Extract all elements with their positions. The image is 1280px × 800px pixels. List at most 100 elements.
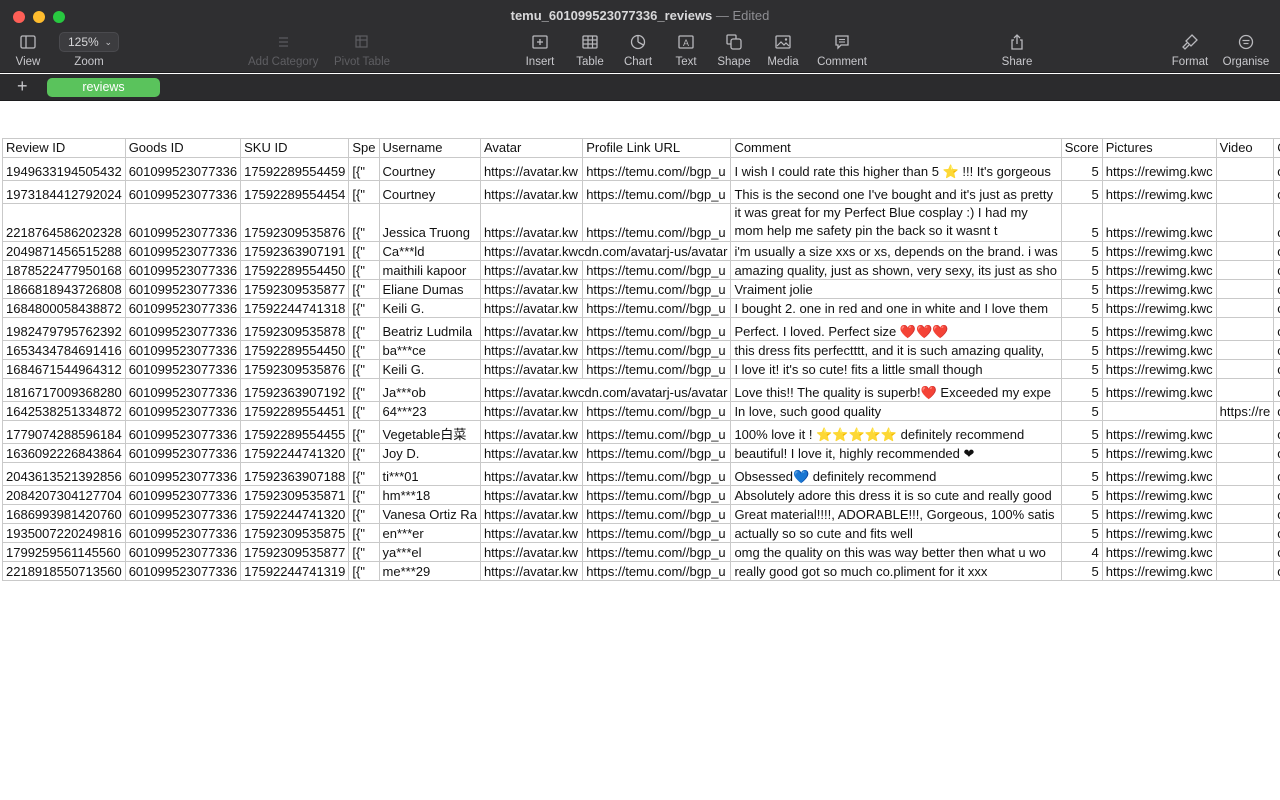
specs-cell[interactable]: [{" [348,340,380,360]
review-id-cell[interactable]: 1642538251334872 [2,401,126,421]
header-video[interactable]: Video [1215,138,1275,158]
comment-cell[interactable]: Absolutely adore this dress it is so cut… [730,485,1062,505]
sku-id-cell[interactable]: 17592309535876 [240,203,350,242]
username-cell[interactable]: en***er [378,523,481,543]
header-profile-link[interactable]: Profile Link URL [582,138,732,158]
header-review-id[interactable]: Review ID [2,138,126,158]
pictures-cell[interactable]: https://rewimg.kwc [1101,542,1217,562]
comment-cell[interactable]: Great material!!!!, ADORABLE!!!, Gorgeou… [730,504,1062,524]
specs-cell[interactable]: [{" [348,359,380,379]
sku-id-cell[interactable]: 17592289554450 [240,340,350,360]
goods-id-cell[interactable]: 601099523077336 [124,203,242,242]
review-id-cell[interactable]: 2084207304127704 [2,485,126,505]
comment-button[interactable]: Comment [812,30,872,68]
created-cell[interactable]: on [1273,523,1280,543]
review-id-cell[interactable]: 2049871456515288 [2,241,126,261]
sku-id-cell[interactable]: 17592289554454 [240,180,350,204]
username-cell[interactable]: Eliane Dumas [378,279,481,299]
review-id-cell[interactable]: 1878522477950168 [2,260,126,280]
review-id-cell[interactable]: 1799259561145560 [2,542,126,562]
created-cell[interactable]: on [1273,443,1280,463]
tab-reviews[interactable]: reviews [47,78,160,97]
score-cell[interactable]: 5 [1060,523,1103,543]
share-button[interactable]: Share [987,30,1047,68]
score-cell[interactable]: 5 [1060,462,1103,486]
profile-link-cell[interactable]: https://temu.com//bgp_u [582,523,732,543]
username-cell[interactable]: ti***01 [378,462,481,486]
score-cell[interactable]: 5 [1060,443,1103,463]
profile-link-cell[interactable]: https://temu.com//bgp_u [582,401,732,421]
created-cell[interactable]: on [1273,203,1280,242]
score-cell[interactable]: 5 [1060,359,1103,379]
review-id-cell[interactable]: 1935007220249816 [2,523,126,543]
username-cell[interactable]: Keili G. [378,298,481,318]
comment-cell[interactable]: this dress fits perfectttt, and it is su… [730,340,1062,360]
specs-cell[interactable]: [{" [348,443,380,463]
comment-cell[interactable]: I wish I could rate this higher than 5 ⭐… [730,157,1062,181]
profile-link-cell[interactable]: https://temu.com//bgp_u [582,340,732,360]
goods-id-cell[interactable]: 601099523077336 [124,241,242,261]
sku-id-cell[interactable]: 17592309535877 [240,279,350,299]
username-cell[interactable]: ya***el [378,542,481,562]
avatar-cell[interactable]: https://avatar.kw [479,359,584,379]
video-cell[interactable] [1215,241,1275,261]
video-cell[interactable] [1215,340,1275,360]
pictures-cell[interactable]: https://rewimg.kwc [1101,298,1217,318]
comment-cell[interactable]: Obsessed💙 definitely recommend [730,462,1062,486]
goods-id-cell[interactable]: 601099523077336 [124,504,242,524]
score-cell[interactable]: 5 [1060,279,1103,299]
created-cell[interactable]: on [1273,340,1280,360]
video-cell[interactable] [1215,157,1275,181]
video-cell[interactable]: https://re [1215,401,1275,421]
sku-id-cell[interactable]: 17592309535871 [240,485,350,505]
comment-cell[interactable]: actually so so cute and fits well [730,523,1062,543]
pictures-cell[interactable]: https://rewimg.kwc [1101,317,1217,341]
header-goods-id[interactable]: Goods ID [124,138,242,158]
created-cell[interactable]: on [1273,260,1280,280]
sku-id-cell[interactable]: 17592309535875 [240,523,350,543]
specs-cell[interactable]: [{" [348,523,380,543]
pictures-cell[interactable]: https://rewimg.kwc [1101,443,1217,463]
score-cell[interactable]: 5 [1060,203,1103,242]
pictures-cell[interactable]: https://rewimg.kwc [1101,561,1217,581]
profile-link-cell[interactable]: https://temu.com//bgp_u [582,359,732,379]
video-cell[interactable] [1215,359,1275,379]
specs-cell[interactable]: [{" [348,203,380,242]
goods-id-cell[interactable]: 601099523077336 [124,340,242,360]
profile-link-cell[interactable]: https://temu.com//bgp_u [582,504,732,524]
video-cell[interactable] [1215,279,1275,299]
username-cell[interactable]: 64***23 [378,401,481,421]
goods-id-cell[interactable]: 601099523077336 [124,462,242,486]
username-cell[interactable]: Beatriz Ludmila [378,317,481,341]
review-id-cell[interactable]: 1684671544964312 [2,359,126,379]
score-cell[interactable]: 5 [1060,561,1103,581]
username-cell[interactable]: Courtney [378,180,481,204]
comment-cell[interactable]: I bought 2. one in red and one in white … [730,298,1062,318]
profile-link-cell[interactable]: https://temu.com//bgp_u [582,260,732,280]
comment-cell[interactable]: Vraiment jolie [730,279,1062,299]
comment-cell[interactable]: In love, such good quality [730,401,1062,421]
reviews-table[interactable]: Review ID Goods ID SKU ID Spe Username Avatar… [2,138,1280,581]
review-id-cell[interactable]: 2218918550713560 [2,561,126,581]
profile-link-cell[interactable]: https://temu.com//bgp_u [582,180,732,204]
comment-cell[interactable]: beautiful! I love it, highly recommended… [730,443,1062,463]
add-category-button[interactable]: Add Category [248,30,318,68]
video-cell[interactable] [1215,561,1275,581]
pictures-cell[interactable]: https://rewimg.kwc [1101,279,1217,299]
specs-cell[interactable]: [{" [348,462,380,486]
specs-cell[interactable]: [{" [348,561,380,581]
goods-id-cell[interactable]: 601099523077336 [124,485,242,505]
created-cell[interactable]: on [1273,157,1280,181]
media-button[interactable]: Media [753,30,813,68]
score-cell[interactable]: 4 [1060,542,1103,562]
sku-id-cell[interactable]: 17592244741319 [240,561,350,581]
pictures-cell[interactable]: https://rewimg.kwc [1101,340,1217,360]
avatar-cell[interactable]: https://avatar.kw [479,542,584,562]
specs-cell[interactable]: [{" [348,157,380,181]
profile-link-cell[interactable]: https://temu.com//bgp_u [582,298,732,318]
comment-cell[interactable]: amazing quality, just as shown, very sex… [730,260,1062,280]
username-cell[interactable]: Vegetable白菜 [378,420,481,444]
avatar-cell[interactable]: https://avatar.kw [479,462,584,486]
profile-link-cell[interactable]: https://temu.com//bgp_u [582,561,732,581]
pictures-cell[interactable]: https://rewimg.kwc [1101,203,1217,242]
